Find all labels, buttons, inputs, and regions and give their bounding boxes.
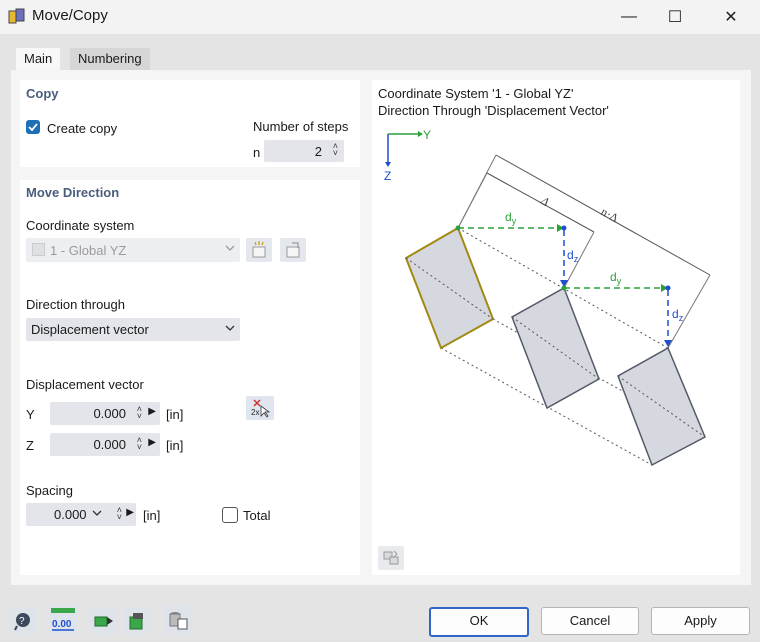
maximize-icon: ☐ — [667, 9, 683, 26]
number-of-steps-value: 2 — [314, 144, 322, 159]
displacement-z-input[interactable]: 0.000 ˄ ˅ ▶ — [50, 433, 160, 456]
copy-member-1 — [511, 286, 600, 410]
axis-y-label: Y — [423, 128, 431, 142]
library-icon — [169, 612, 188, 630]
edit-coordinate-system-button[interactable] — [280, 238, 306, 262]
spacing-input[interactable]: 0.000 ˄ ˅ ▶ — [26, 503, 136, 526]
total-label: Total — [243, 508, 271, 523]
close-button[interactable]: ✕ — [708, 0, 754, 34]
reset-view-icon — [383, 550, 399, 565]
number-of-steps-input[interactable]: 2 ˄ ˅ — [264, 140, 344, 162]
color-swatch — [32, 243, 45, 256]
move-direction-title: Move Direction — [26, 185, 120, 200]
svg-text:0.00: 0.00 — [52, 619, 72, 630]
chevron-down-icon — [224, 321, 236, 338]
play-icon[interactable]: ▶ — [148, 406, 156, 417]
spacing-value: 0.000 — [54, 507, 87, 522]
number-of-steps-label: Number of steps — [253, 119, 349, 134]
edit-coordinate-system-icon — [286, 242, 300, 258]
original-member — [404, 226, 495, 350]
minimize-icon: — — [621, 8, 637, 25]
checkmark-icon — [28, 123, 38, 132]
copy-section-title: Copy — [26, 86, 59, 101]
stepper-icon[interactable]: ˄ ˅ — [333, 142, 338, 158]
chevron-down-icon — [224, 241, 236, 258]
spacing-unit: [in] — [143, 508, 161, 523]
reset-view-button[interactable] — [378, 546, 404, 570]
app-icon — [8, 8, 26, 26]
play-icon[interactable]: ▶ — [148, 437, 156, 448]
coordinate-system-value: 1 - Global YZ — [50, 243, 127, 258]
dz-subscript: z — [679, 313, 684, 323]
svg-text:2x: 2x — [251, 408, 259, 417]
displacement-vector-label: Displacement vector — [26, 377, 144, 392]
svg-text:dy: dy — [610, 270, 622, 286]
axis-z-label: Z — [384, 169, 391, 183]
close-icon: ✕ — [724, 9, 738, 26]
dz-subscript: z — [574, 254, 579, 264]
new-coordinate-system-button[interactable] — [246, 238, 272, 262]
cancel-button[interactable]: Cancel — [541, 607, 639, 635]
preview-caption-line1: Coordinate System '1 - Global YZ' — [378, 86, 574, 101]
apply-button[interactable]: Apply — [651, 607, 750, 635]
dz-label: d — [567, 248, 574, 262]
dy-label: d — [610, 270, 617, 284]
n-delta-label: n·Δ — [599, 204, 622, 225]
direction-through-select[interactable]: Displacement vector — [26, 318, 240, 341]
units-button[interactable]: 0.00 — [49, 606, 77, 634]
library-button[interactable] — [164, 606, 192, 634]
create-copy-label: Create copy — [47, 121, 118, 136]
svg-text:dy: dy — [505, 210, 517, 226]
pick-vector-icon: 2x — [251, 399, 271, 418]
export-button[interactable] — [124, 608, 152, 634]
minimize-button[interactable]: — — [606, 0, 652, 34]
create-copy-checkbox[interactable] — [26, 120, 40, 134]
chevron-down-icon[interactable] — [91, 506, 103, 523]
tab-numbering[interactable]: Numbering — [70, 48, 150, 70]
n-label: n — [253, 145, 261, 160]
z-unit: [in] — [166, 438, 184, 453]
new-coordinate-system-icon — [252, 241, 266, 258]
direction-through-label: Direction through — [26, 297, 125, 312]
dy-subscript: y — [512, 216, 517, 226]
ok-button[interactable]: OK — [429, 607, 529, 637]
delta-label: Δ — [538, 193, 552, 209]
displacement-y-input[interactable]: 0.000 ˄ ˅ ▶ — [50, 402, 160, 425]
copy-member-2 — [617, 346, 706, 467]
svg-text:dz: dz — [672, 307, 684, 323]
y-unit: [in] — [166, 407, 184, 422]
window-title: Move/Copy — [32, 7, 108, 24]
z-label: Z — [26, 438, 34, 453]
help-icon: ? — [14, 613, 30, 631]
y-label: Y — [26, 407, 35, 422]
svg-text:dz: dz — [567, 248, 579, 264]
pick-vector-button[interactable]: 2x — [246, 396, 274, 420]
axis-indicator: Y Z — [384, 128, 431, 183]
units-icon: 0.00 — [51, 608, 75, 631]
select-icon — [94, 616, 113, 627]
preview-caption-line2: Direction Through 'Displacement Vector' — [378, 103, 609, 118]
spacing-label: Spacing — [26, 483, 73, 498]
tab-main[interactable]: Main — [16, 48, 61, 70]
maximize-button[interactable]: ☐ — [652, 0, 698, 34]
svg-text:?: ? — [19, 616, 25, 627]
select-button[interactable] — [90, 608, 118, 634]
export-icon — [129, 613, 143, 630]
dy-label: d — [505, 210, 512, 224]
direction-through-value: Displacement vector — [31, 322, 149, 337]
stepper-icon[interactable]: ˄ ˅ — [117, 506, 122, 522]
help-button[interactable]: ? — [10, 608, 36, 634]
play-icon[interactable]: ▶ — [126, 507, 134, 518]
stepper-icon[interactable]: ˄ ˅ — [137, 436, 142, 452]
dy-subscript: y — [617, 276, 622, 286]
dz-label: d — [672, 307, 679, 321]
total-checkbox[interactable] — [222, 507, 238, 523]
displacement-y-value: 0.000 — [93, 406, 126, 421]
coordinate-system-select[interactable]: 1 - Global YZ — [26, 238, 240, 262]
coordinate-system-label: Coordinate system — [26, 218, 135, 233]
displacement-diagram: Y Z Δ n·Δ dy dz dy dz — [384, 128, 711, 467]
stepper-icon[interactable]: ˄ ˅ — [137, 405, 142, 421]
displacement-z-value: 0.000 — [93, 437, 126, 452]
